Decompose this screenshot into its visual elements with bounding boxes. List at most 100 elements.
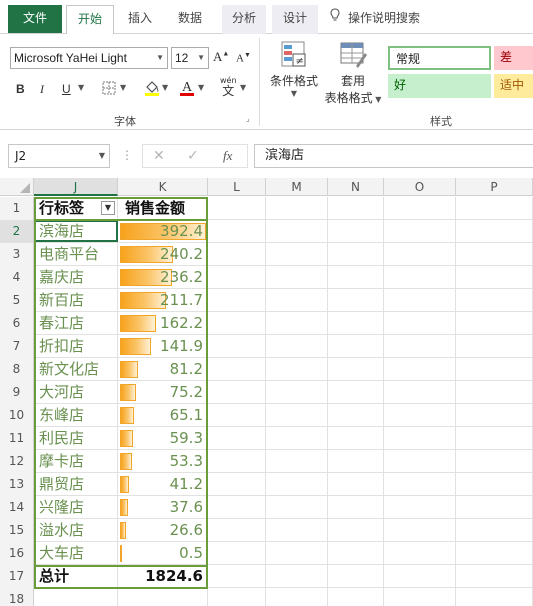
font-color-button[interactable]: A bbox=[179, 78, 195, 101]
style-bad[interactable]: 差 bbox=[494, 46, 533, 70]
tab-design[interactable]: 设计 bbox=[272, 5, 318, 34]
empty-cell[interactable] bbox=[384, 565, 456, 587]
empty-cell[interactable] bbox=[456, 197, 533, 219]
pivot-row-label[interactable]: 春江店 bbox=[34, 312, 118, 334]
empty-cell[interactable] bbox=[328, 381, 384, 403]
empty-cell[interactable] bbox=[208, 289, 266, 311]
empty-cell[interactable] bbox=[266, 588, 328, 606]
empty-cell[interactable] bbox=[208, 381, 266, 403]
empty-cell[interactable] bbox=[328, 565, 384, 587]
empty-cell[interactable] bbox=[384, 588, 456, 606]
column-header-k[interactable]: K bbox=[118, 178, 208, 196]
pivot-value-cell[interactable]: 162.2 bbox=[118, 312, 208, 334]
empty-cell[interactable] bbox=[208, 496, 266, 518]
chevron-down-icon[interactable]: ▼ bbox=[120, 83, 126, 92]
empty-cell[interactable] bbox=[208, 473, 266, 495]
empty-cell[interactable] bbox=[208, 542, 266, 564]
style-normal[interactable]: 常规 bbox=[388, 46, 491, 70]
empty-cell[interactable] bbox=[328, 197, 384, 219]
empty-cell[interactable] bbox=[456, 542, 533, 564]
empty-cell[interactable] bbox=[208, 404, 266, 426]
row-header[interactable]: 2 bbox=[0, 220, 34, 243]
empty-cell[interactable] bbox=[456, 588, 533, 606]
row-header[interactable]: 16 bbox=[0, 542, 34, 565]
pivot-value-cell[interactable]: 211.7 bbox=[118, 289, 208, 311]
empty-cell[interactable] bbox=[328, 220, 384, 242]
pivot-value-header[interactable]: 销售金额 bbox=[118, 197, 208, 219]
empty-cell[interactable] bbox=[266, 289, 328, 311]
tab-data[interactable]: 数据 bbox=[168, 5, 212, 34]
empty-cell[interactable] bbox=[328, 243, 384, 265]
empty-cell[interactable] bbox=[266, 450, 328, 472]
pivot-row-label[interactable]: 大车店 bbox=[34, 542, 118, 564]
empty-cell[interactable] bbox=[456, 335, 533, 357]
empty-cell[interactable] bbox=[266, 243, 328, 265]
pivot-row-label-header[interactable]: 行标签 ▼ bbox=[34, 197, 118, 219]
empty-cell[interactable] bbox=[328, 289, 384, 311]
empty-cell[interactable] bbox=[456, 243, 533, 265]
row-header[interactable]: 18 bbox=[0, 588, 34, 606]
resize-handle-icon[interactable]: ⋮ bbox=[121, 149, 133, 161]
pivot-row-label[interactable]: 嘉庆店 bbox=[34, 266, 118, 288]
empty-cell[interactable] bbox=[384, 404, 456, 426]
pivot-row-label[interactable]: 滨海店 bbox=[34, 220, 118, 242]
empty-cell[interactable] bbox=[328, 404, 384, 426]
empty-cell[interactable] bbox=[456, 473, 533, 495]
row-header[interactable]: 11 bbox=[0, 427, 34, 450]
empty-cell[interactable] bbox=[208, 588, 266, 606]
tell-me-search[interactable]: 操作说明搜索 bbox=[330, 5, 450, 34]
empty-cell[interactable] bbox=[266, 220, 328, 242]
empty-cell[interactable] bbox=[266, 519, 328, 541]
empty-cell[interactable] bbox=[328, 335, 384, 357]
pivot-row-label[interactable]: 东峰店 bbox=[34, 404, 118, 426]
select-all-corner[interactable] bbox=[0, 178, 34, 196]
empty-cell[interactable] bbox=[456, 381, 533, 403]
empty-cell[interactable] bbox=[328, 266, 384, 288]
row-header[interactable]: 13 bbox=[0, 473, 34, 496]
row-header[interactable]: 4 bbox=[0, 266, 34, 289]
empty-cell[interactable] bbox=[456, 450, 533, 472]
row-header[interactable]: 3 bbox=[0, 243, 34, 266]
tab-analyze[interactable]: 分析 bbox=[222, 5, 266, 34]
empty-cell[interactable] bbox=[456, 312, 533, 334]
row-header[interactable]: 10 bbox=[0, 404, 34, 427]
empty-cell[interactable] bbox=[266, 312, 328, 334]
pivot-value-cell[interactable]: 81.2 bbox=[118, 358, 208, 380]
empty-cell[interactable] bbox=[328, 473, 384, 495]
row-header[interactable]: 8 bbox=[0, 358, 34, 381]
pivot-value-cell[interactable]: 0.5 bbox=[118, 542, 208, 564]
pivot-value-cell[interactable]: 236.2 bbox=[118, 266, 208, 288]
empty-cell[interactable] bbox=[456, 565, 533, 587]
empty-cell[interactable] bbox=[328, 312, 384, 334]
empty-cell[interactable] bbox=[456, 496, 533, 518]
empty-cell[interactable] bbox=[384, 335, 456, 357]
pivot-value-cell[interactable]: 59.3 bbox=[118, 427, 208, 449]
pivot-row-label[interactable]: 兴隆店 bbox=[34, 496, 118, 518]
empty-cell[interactable] bbox=[384, 496, 456, 518]
row-header[interactable]: 9 bbox=[0, 381, 34, 404]
empty-cell[interactable] bbox=[266, 358, 328, 380]
empty-cell[interactable] bbox=[384, 312, 456, 334]
empty-cell[interactable] bbox=[328, 519, 384, 541]
row-header[interactable]: 14 bbox=[0, 496, 34, 519]
empty-cell[interactable] bbox=[266, 266, 328, 288]
italic-button[interactable]: I bbox=[40, 82, 44, 97]
empty-cell[interactable] bbox=[266, 427, 328, 449]
pivot-row-label[interactable]: 大河店 bbox=[34, 381, 118, 403]
pivot-row-label[interactable]: 折扣店 bbox=[34, 335, 118, 357]
empty-cell[interactable] bbox=[208, 519, 266, 541]
empty-cell[interactable] bbox=[456, 427, 533, 449]
insert-function-button[interactable]: fx bbox=[223, 148, 232, 164]
empty-cell[interactable] bbox=[456, 404, 533, 426]
empty-cell[interactable] bbox=[456, 289, 533, 311]
empty-cell[interactable] bbox=[384, 427, 456, 449]
name-box[interactable]: J2 ▼ bbox=[8, 144, 110, 168]
pivot-row-label[interactable]: 摩卡店 bbox=[34, 450, 118, 472]
pivot-row-label[interactable]: 新百店 bbox=[34, 289, 118, 311]
format-as-table-button[interactable]: 套用 表格格式 ▼ bbox=[322, 40, 384, 106]
column-header-p[interactable]: P bbox=[456, 178, 533, 196]
empty-cell[interactable] bbox=[456, 519, 533, 541]
style-good[interactable]: 好 bbox=[388, 74, 491, 98]
shrink-font-button[interactable]: A▼ bbox=[236, 51, 251, 65]
empty-cell[interactable] bbox=[384, 220, 456, 242]
